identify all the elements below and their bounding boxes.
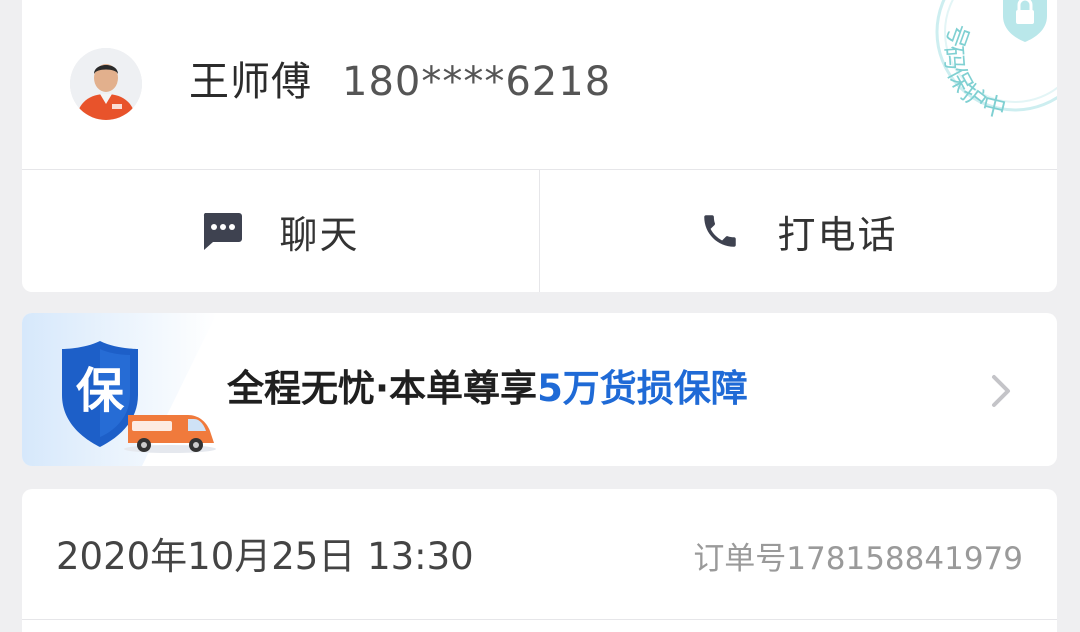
- order-info-card: 2020年10月25日 13:30 订单号178158841979: [22, 489, 1057, 632]
- van-icon: [124, 415, 216, 453]
- insurance-text: 全程无忧·本单尊享5万货损保障: [227, 363, 748, 415]
- order-detail-page: 王师傅 180****6218 号码保护中 聊天 打电话 保 全程无忧·本单尊享…: [0, 0, 1080, 632]
- insurance-text-prefix: 全程无忧·本单尊享: [227, 367, 538, 410]
- driver-info-row: 王师傅 180****6218: [22, 0, 1057, 158]
- svg-text:号码保护中: 号码保护中: [939, 19, 1011, 123]
- order-card-divider: [22, 619, 1057, 620]
- insurance-banner[interactable]: 保 全程无忧·本单尊享5万货损保障: [22, 313, 1057, 466]
- chat-button-label: 聊天: [279, 212, 360, 257]
- driver-card: 王师傅 180****6218 号码保护中 聊天 打电话: [22, 0, 1057, 292]
- call-button[interactable]: 打电话: [540, 170, 1057, 292]
- stamp-text: 号码保护中: [939, 19, 1009, 123]
- shield-icon: 保: [62, 341, 138, 447]
- call-button-label: 打电话: [777, 212, 898, 257]
- lock-icon: [1003, 0, 1047, 42]
- chevron-right-icon: [992, 375, 1010, 407]
- order-time: 2020年10月25日 13:30: [56, 535, 474, 578]
- number-protection-stamp: 号码保护中: [915, 0, 1057, 132]
- order-number[interactable]: 订单号178158841979: [693, 537, 1023, 581]
- phone-icon: [699, 210, 741, 252]
- chat-bubble-icon: [201, 211, 243, 251]
- insurance-text-highlight: 5万货损保障: [537, 367, 748, 410]
- driver-avatar[interactable]: [70, 48, 142, 120]
- driver-phone-masked: 180****6218: [342, 59, 612, 105]
- chat-button[interactable]: 聊天: [22, 170, 539, 292]
- shield-char: 保: [76, 363, 125, 419]
- insurance-badge: 保: [58, 339, 218, 459]
- driver-name: 王师傅: [189, 59, 312, 105]
